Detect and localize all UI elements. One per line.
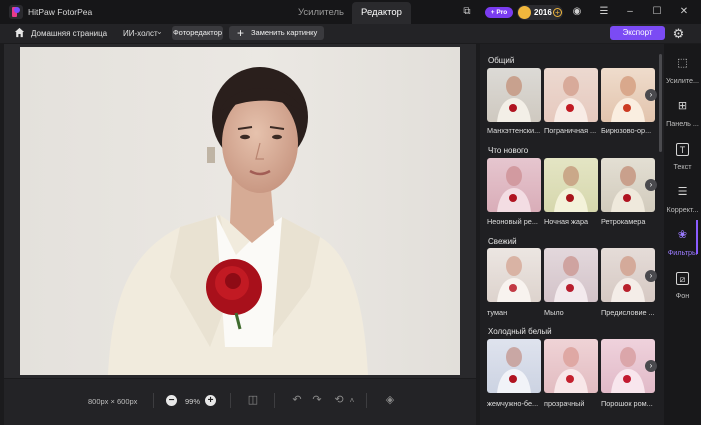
filter-label: Ночная жара <box>544 217 589 226</box>
nav-item-text[interactable]: T Текст <box>664 136 701 178</box>
next-arrow-button[interactable]: › <box>645 179 657 191</box>
account-icon[interactable]: ◉ <box>571 6 583 18</box>
tab-editor[interactable]: Редактор <box>352 2 411 24</box>
editor-toolbar: Домашняя страница ИИ-холст ⌄ Фоторедакто… <box>0 24 701 43</box>
portrait-photo[interactable] <box>20 47 460 375</box>
filter-thumbnail[interactable] <box>544 339 598 393</box>
coin-balance[interactable]: 2016 + <box>517 5 563 20</box>
text-icon: T <box>676 143 689 156</box>
add-coins-icon[interactable]: + <box>553 8 562 17</box>
divider <box>274 393 275 408</box>
section-title: Общий <box>488 56 515 65</box>
compare-icon[interactable]: ◫ <box>247 394 259 407</box>
home-icon[interactable] <box>14 27 25 38</box>
filter-label: Порошок ром... <box>601 399 653 408</box>
replace-image-button[interactable]: + Заменить картинку <box>229 26 324 40</box>
chevron-up-icon[interactable]: ˄ <box>346 394 358 407</box>
filter-label: Мыло <box>544 308 564 317</box>
zoom-out-button[interactable]: − <box>166 395 177 406</box>
nav-item-label: Панель ... <box>666 119 699 128</box>
nav-item-adjust[interactable]: ☰ Коррект... <box>664 179 701 221</box>
chevron-down-icon[interactable]: ⌄ <box>156 27 163 36</box>
divider <box>366 393 367 408</box>
filter-thumbnail[interactable] <box>544 158 598 212</box>
active-indicator <box>696 220 698 254</box>
nav-item-enhancer[interactable]: ⬚ Усилите... <box>664 50 701 92</box>
redo-icon[interactable]: ↷ <box>311 394 323 407</box>
filter-thumbnail[interactable] <box>487 68 541 122</box>
filter-label: прозрачный <box>544 399 585 408</box>
nav-item-background[interactable]: ⧄ Фон <box>664 265 701 307</box>
filter-label: Предисловие ... <box>601 308 655 317</box>
zoom-in-button[interactable]: + <box>205 395 216 406</box>
filter-thumbnail[interactable] <box>487 248 541 302</box>
close-icon[interactable]: ✕ <box>678 6 690 18</box>
nav-item-label: Усилите... <box>665 76 700 85</box>
divider <box>230 393 231 408</box>
screenshot-icon[interactable]: ⧉ <box>461 6 473 18</box>
layers-icon[interactable]: ◈ <box>384 394 396 407</box>
history-icon[interactable]: ⟲ <box>333 394 345 407</box>
ai-canvas-dropdown[interactable]: ИИ-холст <box>123 29 158 38</box>
nav-item-label: Фон <box>675 291 690 300</box>
nav-item-label: Текст <box>673 162 692 171</box>
section-title: Холодный белый <box>488 327 552 336</box>
minimize-icon[interactable]: – <box>624 6 636 18</box>
zoom-level: 99% <box>185 397 201 406</box>
filters-icon: ❀ <box>677 229 688 241</box>
bottom-bar: 800px × 600px − 99% + ◫ ↶ ↷ ⟲ ˄ ◈ <box>4 379 476 425</box>
filter-label: Неоновый ре... <box>487 217 538 226</box>
plus-icon: + <box>237 26 245 40</box>
portrait-illustration <box>108 67 368 375</box>
section-title: Что нового <box>488 146 529 155</box>
replace-image-label: Заменить картинку <box>251 28 318 37</box>
section-title: Свежий <box>488 237 517 246</box>
app-title: HitPaw FotorPea <box>28 7 93 17</box>
tab-enhancer[interactable]: Усилитель <box>280 2 362 24</box>
home-link[interactable]: Домашняя страница <box>31 29 107 38</box>
background-icon: ⧄ <box>676 272 689 285</box>
app-logo-icon <box>9 5 23 19</box>
adjust-icon: ☰ <box>677 186 688 198</box>
filters-panel: Общий Манхэттенски... Пограничная ... Би… <box>480 44 664 425</box>
nav-item-label: Коррект... <box>666 205 699 214</box>
next-arrow-button[interactable]: › <box>645 89 657 101</box>
canvas-area <box>4 44 476 378</box>
export-button[interactable]: Экспорт <box>610 26 665 40</box>
gear-icon[interactable]: ⚙ <box>671 26 686 41</box>
menu-icon[interactable]: ☰ <box>598 6 610 18</box>
filters-scrollbar[interactable] <box>659 54 662 152</box>
filter-thumbnail[interactable] <box>544 68 598 122</box>
filter-label: Манхэттенски... <box>487 126 541 135</box>
pro-badge[interactable]: + Pro <box>485 7 513 18</box>
divider <box>153 393 154 408</box>
enhance-icon: ⬚ <box>677 57 688 69</box>
photo-editor-button[interactable]: Фоторедактор <box>172 26 223 40</box>
undo-icon[interactable]: ↶ <box>291 394 303 407</box>
filter-thumbnail[interactable] <box>487 339 541 393</box>
filter-thumbnail[interactable] <box>487 158 541 212</box>
maximize-icon[interactable]: ☐ <box>651 6 663 18</box>
next-arrow-button[interactable]: › <box>645 270 657 282</box>
filter-label: туман <box>487 308 508 317</box>
filter-thumbnail[interactable] <box>544 248 598 302</box>
panel-icon: ⊞ <box>677 100 688 112</box>
image-size-label: 800px × 600px <box>88 397 138 406</box>
coin-icon <box>518 6 531 19</box>
coin-count: 2016 <box>534 8 552 17</box>
filter-label: жемчужно-бе... <box>487 399 539 408</box>
title-bar: HitPaw FotorPea Усилитель Редактор ⧉ + P… <box>0 0 701 24</box>
filter-label: Пограничная ... <box>544 126 597 135</box>
nav-item-panel[interactable]: ⊞ Панель ... <box>664 93 701 135</box>
filter-label: Ретрокамера <box>601 217 646 226</box>
next-arrow-button[interactable]: › <box>645 360 657 372</box>
filter-label: Бирюзово-ор... <box>601 126 652 135</box>
